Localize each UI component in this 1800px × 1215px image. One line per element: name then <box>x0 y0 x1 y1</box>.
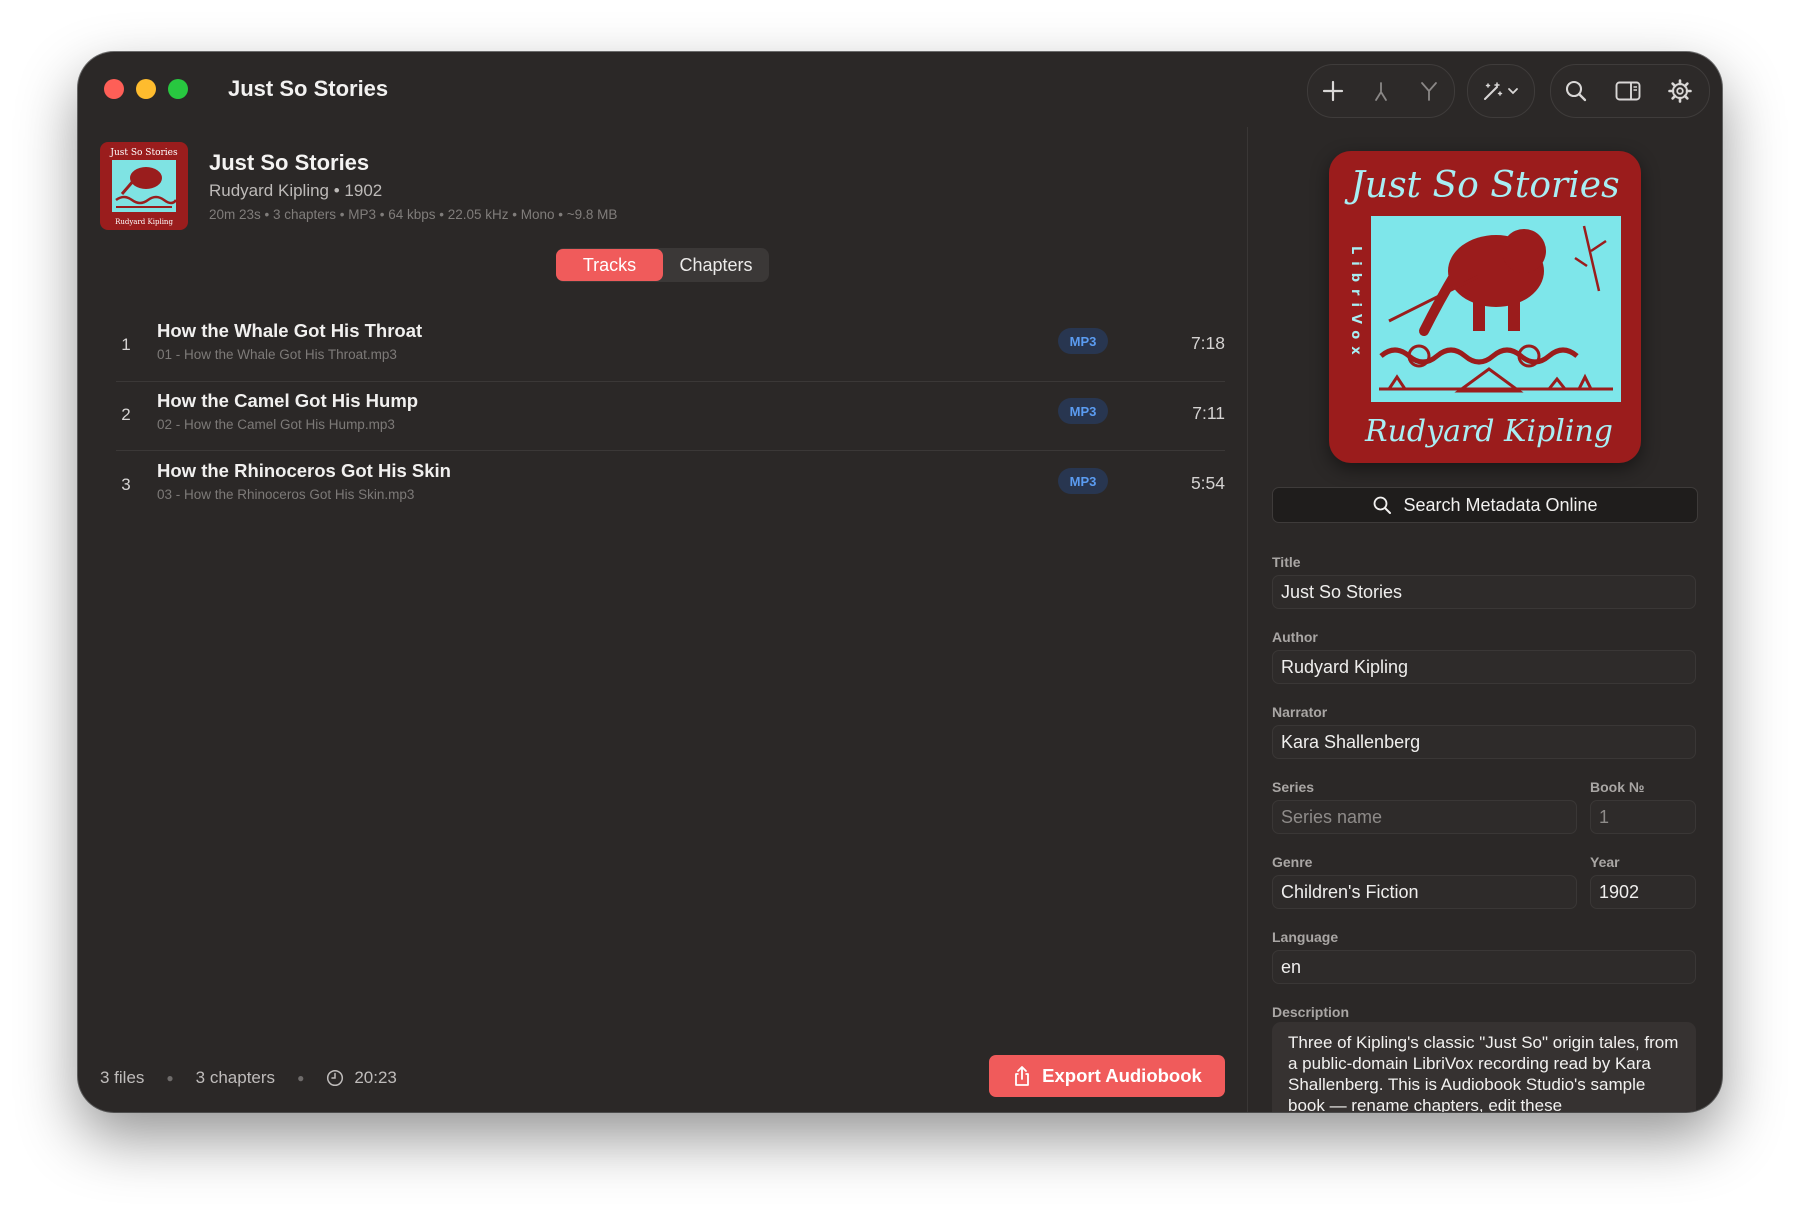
merge-icon[interactable] <box>1365 75 1397 107</box>
track-row[interactable]: 2 How the Camel Got His Hump 02 - How th… <box>116 381 1225 450</box>
minimize-window-button[interactable] <box>136 79 156 99</box>
author-label: Author <box>1272 629 1318 645</box>
status-bar: 3 files ● 3 chapters ● 20:23 <box>100 1068 397 1088</box>
track-duration: 7:18 <box>1190 333 1225 353</box>
clock-icon <box>326 1069 344 1087</box>
magic-wand-icon[interactable] <box>1474 75 1526 107</box>
search-metadata-button[interactable]: Search Metadata Online <box>1272 487 1698 523</box>
track-number: 2 <box>121 405 131 424</box>
cover-author-text: Rudyard Kipling <box>1364 414 1613 449</box>
svg-text:Just So Stories: Just So Stories <box>109 148 178 158</box>
close-window-button[interactable] <box>104 79 124 99</box>
track-filename: 03 - How the Rhinoceros Got His Skin.mp3 <box>157 487 415 502</box>
book-title: Just So Stories <box>209 150 370 175</box>
track-duration: 5:54 <box>1190 473 1225 493</box>
cover-publisher-text: LibriVox <box>1348 246 1363 362</box>
export-audiobook-button[interactable]: Export Audiobook <box>989 1055 1225 1097</box>
search-icon <box>1374 496 1392 514</box>
description-label: Description <box>1272 1004 1350 1020</box>
year-field[interactable]: 1902 <box>1590 875 1696 909</box>
narrator-field[interactable]: Kara Shallenberg <box>1272 725 1696 759</box>
split-icon[interactable] <box>1413 75 1445 107</box>
tab-chapters[interactable]: Chapters <box>663 249 769 281</box>
panel-divider <box>1247 127 1248 1112</box>
year-label: Year <box>1590 854 1620 870</box>
track-duration: 7:11 <box>1192 403 1225 423</box>
book-author-year: Rudyard Kipling • 1902 <box>209 181 383 200</box>
track-number: 3 <box>121 475 131 494</box>
track-filename: 01 - How the Whale Got His Throat.mp3 <box>157 347 397 362</box>
format-badge: MP3 <box>1058 398 1108 424</box>
share-icon <box>1015 1066 1030 1086</box>
author-field[interactable]: Rudyard Kipling <box>1272 650 1696 684</box>
total-duration: 20:23 <box>354 1068 397 1087</box>
format-badge: MP3 <box>1058 468 1108 494</box>
svg-text:Rudyard Kipling: Rudyard Kipling <box>115 218 173 226</box>
chapter-count: 3 chapters <box>195 1068 276 1087</box>
title-field[interactable]: Just So Stories <box>1272 575 1696 609</box>
title-label: Title <box>1272 554 1301 570</box>
series-label: Series <box>1272 779 1315 795</box>
cover-artwork[interactable]: Just So Stories Rudyard Kipling LibriVox <box>1329 151 1641 463</box>
track-filename: 02 - How the Camel Got His Hump.mp3 <box>157 417 395 432</box>
search-icon[interactable] <box>1560 75 1592 107</box>
cover-title-text: Just So Stories <box>1343 165 1619 206</box>
app-window: Just So Stories Just So Stories Rudyard … <box>78 52 1722 1112</box>
inspector-icon[interactable] <box>1612 75 1644 107</box>
toolbar-view-group <box>1550 64 1710 118</box>
window-title: Just So Stories <box>228 76 389 101</box>
separator-dot: ● <box>297 1071 305 1085</box>
track-number: 1 <box>121 335 131 354</box>
toolbar-edit-group <box>1307 64 1455 118</box>
track-title: How the Whale Got His Throat <box>157 320 423 341</box>
book-number-field[interactable]: 1 <box>1590 800 1696 834</box>
export-label: Export Audiobook <box>1042 1065 1202 1086</box>
narrator-label: Narrator <box>1272 704 1328 720</box>
plus-icon[interactable] <box>1317 75 1349 107</box>
cover-thumbnail: Just So Stories Rudyard Kipling <box>100 142 188 230</box>
track-row[interactable]: 3 How the Rhinoceros Got His Skin 03 - H… <box>116 451 1225 520</box>
language-label: Language <box>1272 929 1339 945</box>
track-title: How the Rhinoceros Got His Skin <box>157 460 451 481</box>
gear-icon[interactable] <box>1664 75 1696 107</box>
book-number-label: Book № <box>1590 779 1645 795</box>
genre-label: Genre <box>1272 854 1313 870</box>
track-title: How the Camel Got His Hump <box>157 390 419 411</box>
separator-dot: ● <box>166 1071 174 1085</box>
view-segmented-control: Tracks Chapters <box>556 248 769 282</box>
genre-field[interactable]: Children's Fiction <box>1272 875 1577 909</box>
description-field[interactable]: Three of Kipling's classic "Just So" ori… <box>1272 1022 1696 1112</box>
toolbar-magic-group <box>1467 64 1535 118</box>
book-technical-info: 20m 23s • 3 chapters • MP3 • 64 kbps • 2… <box>209 207 618 222</box>
language-field[interactable]: en <box>1272 950 1696 984</box>
track-row[interactable]: 1 How the Whale Got His Throat 01 - How … <box>116 311 1225 380</box>
series-field[interactable]: Series name <box>1272 800 1577 834</box>
tab-tracks[interactable]: Tracks <box>556 249 663 281</box>
zoom-window-button[interactable] <box>168 79 188 99</box>
format-badge: MP3 <box>1058 328 1108 354</box>
search-metadata-label: Search Metadata Online <box>1403 494 1598 515</box>
file-count: 3 files <box>100 1068 145 1087</box>
